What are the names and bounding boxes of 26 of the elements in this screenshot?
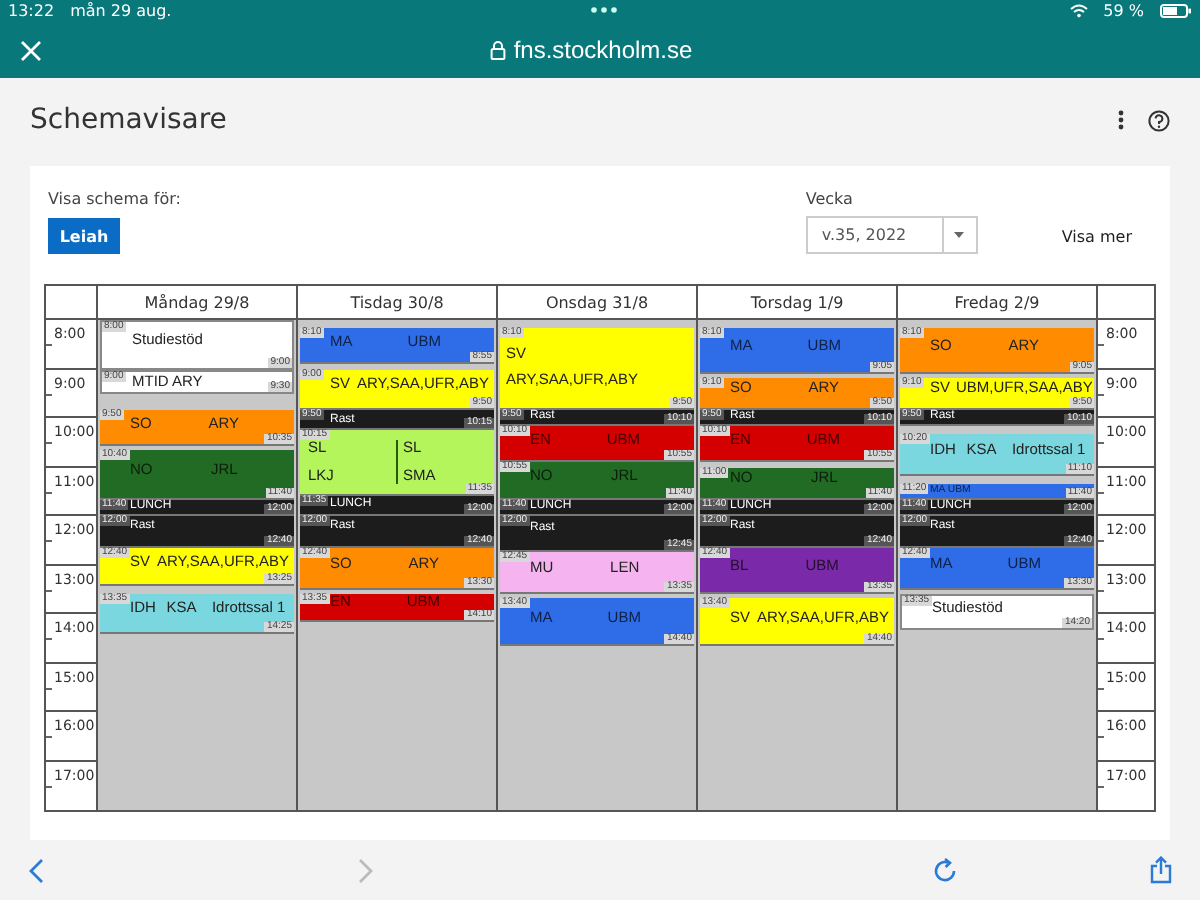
person-button[interactable]: Leiah [48,218,120,254]
week-label: Vecka [805,190,855,208]
wifi-icon [1069,4,1088,18]
caret-icon [954,232,965,238]
day-header: Torsdag 1/9 [750,293,844,311]
share-icon[interactable] [1150,856,1172,884]
more-icon[interactable] [1118,110,1124,130]
dots-icon[interactable] [590,6,618,14]
date: mån 29 aug. [70,2,172,20]
lock-icon [489,40,506,60]
url-text[interactable]: fns.stockholm.se [513,36,693,64]
show-more-link[interactable]: Visa mer [1061,228,1132,246]
back-icon[interactable] [28,857,44,883]
battery-icon [1160,4,1192,18]
battery-level: 59 % [1103,2,1144,20]
refresh-icon[interactable] [931,857,957,883]
day-header: Tisdag 30/8 [350,293,444,311]
day-header: Onsdag 31/8 [545,293,649,311]
day-header: Måndag 29/8 [144,293,250,311]
close-icon[interactable] [20,39,42,61]
help-icon[interactable] [1148,109,1170,131]
day-header: Fredag 2/9 [954,293,1040,311]
week-dropdown[interactable]: v.35, 2022 [805,216,978,254]
filter-label: Visa schema för: [48,190,183,208]
page-title: Schemavisare [30,104,229,136]
clock: 13:22 [8,2,55,20]
